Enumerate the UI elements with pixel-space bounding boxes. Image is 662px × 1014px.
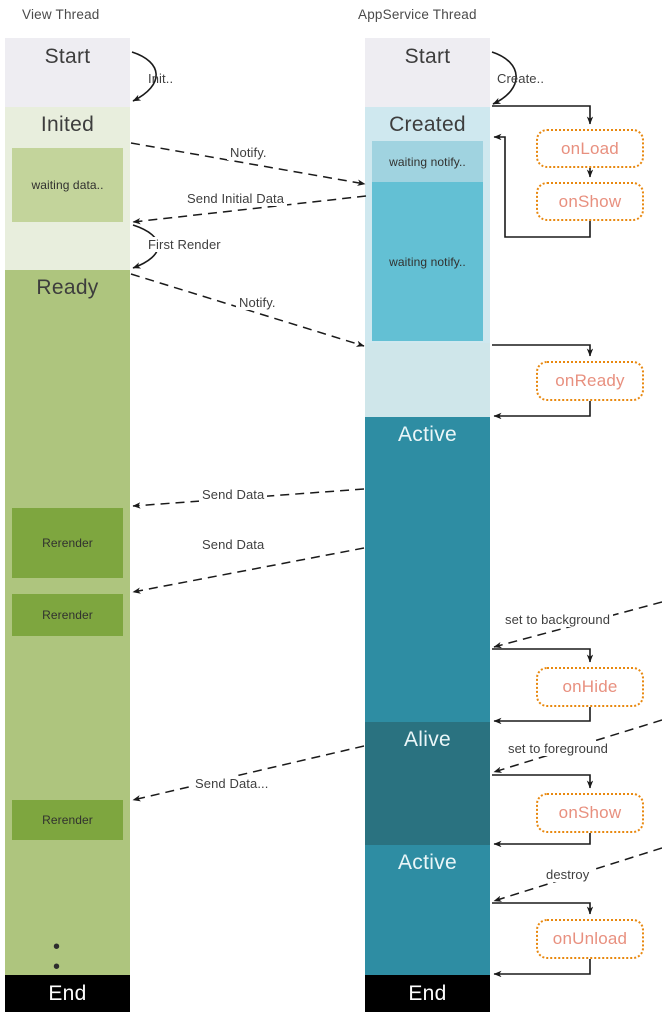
app-band-ready-pause — [365, 343, 490, 417]
lifecycle-diagram: View Thread AppService Thread Start Init… — [0, 0, 662, 1014]
app-state-active-2-label: Active — [398, 851, 457, 874]
edge-label-send-data-4: Send Data... — [192, 776, 272, 791]
edge-label-send-data-1: Send Data — [199, 487, 268, 502]
appservice-thread-title: AppService Thread — [358, 7, 477, 22]
view-state-start-label: Start — [44, 45, 91, 68]
app-inner-waiting-notify-1: waiting notify.. — [372, 141, 483, 182]
edge-label-first-render: First Render — [145, 237, 224, 252]
app-state-alive-label: Alive — [403, 728, 452, 751]
edge-label-notify-2: Notify. — [236, 295, 279, 310]
app-state-created-label: Created — [389, 113, 466, 136]
edge-label-init: Init.. — [148, 71, 174, 86]
app-state-start: Start — [365, 38, 490, 107]
view-inner-rerender-1-label: Rerender — [42, 536, 93, 550]
app-inner-waiting-notify-2-label: waiting notify.. — [389, 254, 466, 269]
edge-send-data-4 — [132, 745, 365, 802]
view-inner-rerender-2: Rerender — [12, 594, 123, 636]
callback-onhide-label: onHide — [562, 677, 618, 696]
view-inner-rerender-1: Rerender — [12, 508, 123, 578]
edge-label-notify-1: Notify. — [227, 145, 270, 160]
edge-label-set-to-foreground: set to foreground — [505, 741, 611, 756]
app-state-start-label: Start — [404, 45, 451, 68]
app-state-end-label: End — [408, 982, 447, 1005]
app-inner-waiting-notify-1-label: waiting notify.. — [389, 154, 466, 169]
edge-app-to-onhide — [492, 648, 594, 663]
callback-onshow-2[interactable]: onShow — [536, 793, 644, 833]
callback-onshow-label: onShow — [558, 191, 622, 211]
app-state-alive: Alive — [365, 722, 490, 845]
edge-app-to-onunload — [492, 902, 594, 915]
edge-onunload-to-end — [493, 959, 591, 978]
callback-onready[interactable]: onReady — [536, 361, 644, 401]
view-thread-title: View Thread — [22, 7, 100, 22]
view-state-end-label: End — [48, 982, 87, 1005]
callback-onunload[interactable]: onUnload — [536, 919, 644, 959]
edge-onhide-to-app — [493, 707, 591, 725]
callback-onload[interactable]: onLoad — [536, 129, 644, 168]
callback-onshow[interactable]: onShow — [536, 182, 644, 221]
edge-label-send-initial-data: Send Initial Data — [184, 191, 288, 206]
app-state-active-2: Active — [365, 845, 490, 975]
edge-app-to-onready — [492, 344, 594, 357]
view-inner-waiting-data: waiting data.. — [12, 148, 123, 222]
view-inner-rerender-3-label: Rerender — [42, 813, 93, 827]
view-inner-rerender-3: Rerender — [12, 800, 123, 840]
edge-onshow-2-to-app — [493, 833, 591, 848]
callback-onhide[interactable]: onHide — [536, 667, 644, 707]
view-state-ready-label: Ready — [36, 276, 99, 299]
edge-onready-to-app — [493, 401, 591, 420]
callback-onunload-label: onUnload — [552, 929, 628, 948]
app-state-active-1-label: Active — [398, 423, 457, 446]
edge-created-to-onload — [492, 105, 594, 125]
view-state-end: End — [5, 975, 130, 1012]
edge-label-create: Create.. — [497, 71, 545, 86]
app-state-end: End — [365, 975, 490, 1012]
edge-label-destroy: destroy — [543, 867, 593, 882]
callback-onready-label: onReady — [555, 371, 625, 390]
edge-label-send-data-2: Send Data — [199, 537, 268, 552]
view-state-start: Start — [5, 38, 130, 107]
app-state-active-1: Active — [365, 417, 490, 722]
edge-notify-2 — [130, 273, 365, 347]
edge-label-set-to-background: set to background — [502, 612, 614, 627]
app-inner-waiting-notify-2: waiting notify.. — [372, 182, 483, 341]
view-inner-waiting-data-label: waiting data.. — [31, 178, 104, 192]
callback-onload-label: onLoad — [561, 138, 619, 158]
view-inner-rerender-2-label: Rerender — [42, 608, 93, 622]
edge-send-data-2 — [132, 547, 365, 594]
callback-onshow-2-label: onShow — [558, 803, 622, 822]
view-state-inited-label: Inited — [40, 113, 95, 136]
edge-app-to-onshow-2 — [492, 774, 594, 789]
